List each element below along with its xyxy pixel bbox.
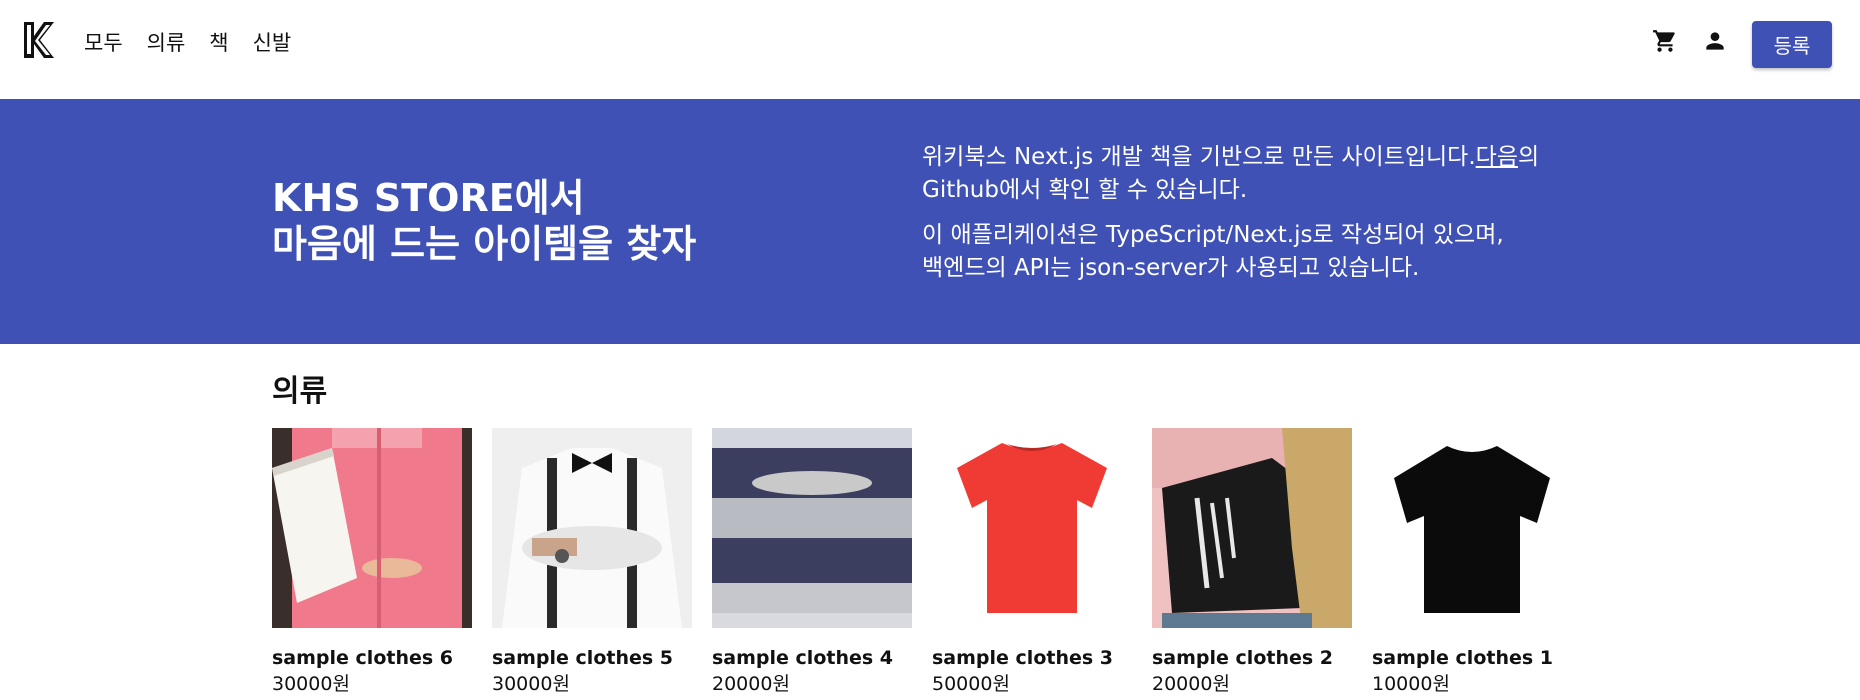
product-card[interactable]: sample clothes 6 30000원 — [272, 428, 472, 698]
hero-desc-paragraph-2: 이 애플리케이션은 TypeScript/Next.js로 작성되어 있으며, … — [922, 219, 1572, 285]
hero-desc2-line1: 이 애플리케이션은 TypeScript/Next.js로 작성되어 있으며, — [922, 222, 1504, 248]
hero-desc1-text: 위키북스 Next.js 개발 책을 기반으로 만든 사이트입니다. — [922, 144, 1476, 170]
nav-item-shoes[interactable]: 신발 — [253, 28, 292, 58]
hero-banner: KHS STORE에서 마음에 드는 아이템을 찾자 위키북스 Next.js … — [0, 99, 1860, 344]
hero-title-line2: 마음에 드는 아이템을 찾자 — [272, 222, 697, 266]
hero-title-line1: KHS STORE에서 — [272, 176, 585, 220]
product-card[interactable]: sample clothes 3 50000원 — [932, 428, 1132, 698]
product-name[interactable]: sample clothes 5 — [492, 646, 692, 670]
section-title: 의류 — [272, 374, 328, 409]
product-name[interactable]: sample clothes 3 — [932, 646, 1132, 670]
product-image[interactable] — [1372, 428, 1572, 628]
product-image[interactable] — [272, 428, 472, 628]
hero-description: 위키북스 Next.js 개발 책을 기반으로 만든 사이트입니다.다음의 Gi… — [922, 141, 1572, 297]
product-price: 20000원 — [1152, 673, 1230, 695]
hero-title: KHS STORE에서 마음에 드는 아이템을 찾자 — [272, 175, 696, 267]
main-nav: 모두 의류 책 신발 — [84, 28, 315, 58]
hero-desc2-line2: 백엔드의 API는 json-server가 사용되고 있습니다. — [922, 255, 1420, 281]
product-price: 30000원 — [492, 673, 570, 695]
product-price: 10000원 — [1372, 673, 1450, 695]
app-header: 모두 의류 책 신발 등록 — [0, 0, 1860, 99]
product-image[interactable] — [492, 428, 692, 628]
product-image[interactable] — [1152, 428, 1352, 628]
cart-button[interactable] — [1650, 26, 1680, 56]
shopping-cart-icon — [1653, 30, 1675, 52]
product-list: sample clothes 6 30000원 sample clothes 5… — [272, 428, 1592, 698]
register-button[interactable]: 등록 — [1752, 21, 1832, 68]
github-link[interactable]: 다음 — [1476, 144, 1518, 170]
account-button[interactable] — [1700, 26, 1730, 56]
person-icon — [1706, 32, 1724, 50]
product-price: 20000원 — [712, 673, 790, 695]
product-price: 30000원 — [272, 673, 350, 695]
product-name[interactable]: sample clothes 2 — [1152, 646, 1352, 670]
product-card[interactable]: sample clothes 1 10000원 — [1372, 428, 1572, 698]
product-name[interactable]: sample clothes 6 — [272, 646, 472, 670]
product-card[interactable]: sample clothes 2 20000원 — [1152, 428, 1352, 698]
product-name[interactable]: sample clothes 1 — [1372, 646, 1572, 670]
product-price: 50000원 — [932, 673, 1010, 695]
store-logo[interactable] — [20, 20, 56, 60]
product-card[interactable]: sample clothes 4 20000원 — [712, 428, 912, 698]
nav-item-books[interactable]: 책 — [209, 28, 228, 58]
product-name[interactable]: sample clothes 4 — [712, 646, 912, 670]
hero-desc-paragraph-1: 위키북스 Next.js 개발 책을 기반으로 만든 사이트입니다.다음의 Gi… — [922, 141, 1572, 207]
product-image[interactable] — [932, 428, 1132, 628]
product-card[interactable]: sample clothes 5 30000원 — [492, 428, 692, 698]
nav-item-clothes[interactable]: 의류 — [147, 28, 186, 58]
product-image[interactable] — [712, 428, 912, 628]
nav-item-all[interactable]: 모두 — [84, 28, 123, 58]
